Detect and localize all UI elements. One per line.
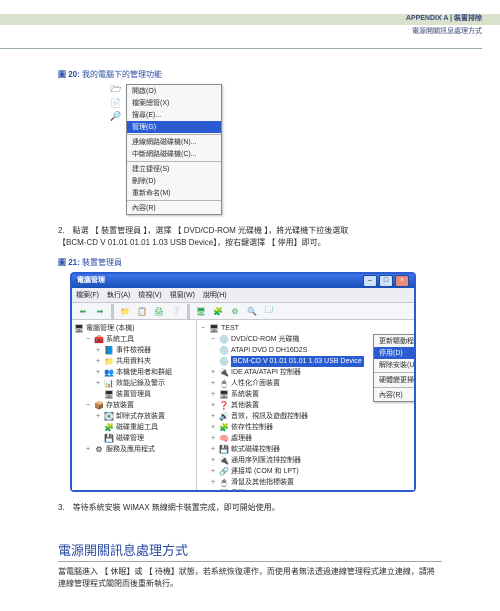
tree-item[interactable]: 💾磁碟管理 <box>74 433 194 444</box>
titlebar: 電腦管理 – □ × <box>72 274 414 288</box>
maximize-button[interactable]: □ <box>379 275 393 287</box>
menu-item[interactable]: 刪除(D) <box>127 175 221 187</box>
tree-group[interactable]: −🧰系統工具 <box>74 334 194 345</box>
back-icon[interactable]: ⬅ <box>75 304 91 319</box>
tree-item[interactable]: +🔗連接埠 (COM 和 LPT) <box>199 466 412 477</box>
toolbar: ⬅ ➡ 📁 📋 🖨 ❔ 🖥 🧩 ⚙ 🔍 🗔 <box>72 303 414 320</box>
menu-item[interactable]: 開啟(O) <box>127 85 221 97</box>
appendix-title: APPENDIX A | 裝置排除 <box>406 13 482 23</box>
menu-item[interactable]: 連線網路磁碟機(N)... <box>127 136 221 148</box>
menu-item-disable[interactable]: 停用(D) <box>374 347 414 359</box>
tree-group[interactable]: +⚙服務及應用程式 <box>74 444 194 455</box>
tree-item[interactable]: +🧠處理器 <box>199 433 412 444</box>
step-2: 2. 點選 【 裝置管理員 】，選擇 【 DVD/CD-ROM 光碟機 】，將光… <box>58 225 442 249</box>
menubar: 檔案(F) 執行(A) 檢視(V) 視窗(W) 說明(H) <box>72 288 414 303</box>
tool-icon[interactable]: 🖥 <box>193 304 209 319</box>
appendix-subtitle: 電源開關訊息處理方式 <box>0 26 482 49</box>
document-icon: 📄 <box>109 97 123 109</box>
menu-item-properties[interactable]: 內容(R) <box>374 389 414 401</box>
desktop-icons: 🗁 📄 🔎 <box>109 84 125 123</box>
close-button[interactable]: × <box>395 275 409 287</box>
folder-icon: 🗁 <box>109 84 123 96</box>
appendix-bar: APPENDIX A | 裝置排除 <box>0 14 500 25</box>
fig21-caption: 圖 21: 裝置管理員 <box>58 257 442 268</box>
menu-action[interactable]: 執行(A) <box>107 290 130 300</box>
menu-item-update-driver[interactable]: 更新驅動程式(P)... <box>374 335 414 347</box>
window-title: 電腦管理 <box>77 274 361 288</box>
refresh-icon[interactable]: 🖨 <box>151 304 167 319</box>
tree-item[interactable]: 🧩磁碟重組工具 <box>74 422 194 433</box>
left-tree: 🖥電腦管理 (本機) −🧰系統工具 +📘事件檢視器 +📁共用資料夾 +👥本機使用… <box>72 320 197 490</box>
tree-root[interactable]: −🖥TEST <box>199 323 412 334</box>
tree-item[interactable]: +🖥電腦 <box>199 488 412 490</box>
tree-item[interactable]: +🧩依存性控制器 <box>199 422 412 433</box>
up-icon[interactable]: 📁 <box>117 304 133 319</box>
section-body: 當電腦進入 【 休眠】或 【 待機】狀態，若系統恢復運作，而使用者無法透過連線管… <box>58 566 442 591</box>
tool-icon[interactable]: 🔍 <box>244 304 260 319</box>
menu-file[interactable]: 檔案(F) <box>76 290 99 300</box>
right-tree: −🖥TEST −💿DVD/CD-ROM 光碟機 💿ATAPI DVD D DH1… <box>197 320 414 490</box>
menu-item-uninstall[interactable]: 解除安裝(U) <box>374 359 414 371</box>
tree-item[interactable]: +👥本機使用者和群組 <box>74 367 194 378</box>
help-icon[interactable]: ❔ <box>168 304 184 319</box>
tree-item[interactable]: +📘事件檢視器 <box>74 345 194 356</box>
menu-window[interactable]: 視窗(W) <box>170 290 195 300</box>
context-menu-device: 更新驅動程式(P)... 停用(D) 解除安裝(U) 硬體變更掃描(A) 內容(… <box>373 334 414 402</box>
device-manager-window: 電腦管理 – □ × 檔案(F) 執行(A) 檢視(V) 視窗(W) 說明(H)… <box>70 272 416 492</box>
menu-item[interactable]: 內容(R) <box>127 202 221 214</box>
menu-item[interactable]: 檔案總管(X) <box>127 97 221 109</box>
tree-item[interactable]: +🖱滑鼠及其他指標裝置 <box>199 477 412 488</box>
menu-item[interactable]: 搜尋(E)... <box>127 109 221 121</box>
minimize-button[interactable]: – <box>363 275 377 287</box>
tool-icon[interactable]: ⚙ <box>227 304 243 319</box>
tool-icon[interactable]: 🧩 <box>210 304 226 319</box>
forward-icon[interactable]: ➡ <box>92 304 108 319</box>
menu-item-manage[interactable]: 管理(G) <box>127 121 221 133</box>
menu-view[interactable]: 檢視(V) <box>138 290 161 300</box>
tree-item[interactable]: +🔊音效，視訊及遊戲控制器 <box>199 411 412 422</box>
tree-item[interactable]: +💽卸除式存放裝置 <box>74 411 194 422</box>
search-icon: 🔎 <box>109 110 123 122</box>
menu-item[interactable]: 中斷網路磁碟機(C)... <box>127 148 221 160</box>
tree-item[interactable]: +📁共用資料夾 <box>74 356 194 367</box>
tree-item[interactable]: +📊效能記錄及警示 <box>74 378 194 389</box>
step-3: 3. 等待系統安裝 WiMAX 無線網卡裝置完成，即可開始使用。 <box>58 502 442 514</box>
section-title: 電源開關訊息處理方式 <box>58 540 442 562</box>
tree-item[interactable]: +🔌通用序列匯流排控制器 <box>199 455 412 466</box>
context-menu-computer: 🗁 📄 🔎 開啟(O) 檔案總管(X) 搜尋(E)... 管理(G) 連線網路磁… <box>126 84 222 215</box>
tree-item[interactable]: +💾軟式磁碟控制器 <box>199 444 412 455</box>
tree-item-device-manager[interactable]: 🖥裝置管理員 <box>74 389 194 400</box>
menu-help[interactable]: 說明(H) <box>203 290 227 300</box>
tool-icon[interactable]: 🗔 <box>261 304 277 319</box>
fig20-caption: 圖 20: 我的電腦下的管理功能 <box>58 69 442 80</box>
menu-item[interactable]: 建立捷徑(S) <box>127 163 221 175</box>
tree-group[interactable]: −📦存放裝置 <box>74 400 194 411</box>
tree-root[interactable]: 🖥電腦管理 (本機) <box>74 323 194 334</box>
menu-item[interactable]: 重新命名(M) <box>127 187 221 199</box>
menu-item-scan[interactable]: 硬體變更掃描(A) <box>374 374 414 386</box>
props-icon[interactable]: 📋 <box>134 304 150 319</box>
